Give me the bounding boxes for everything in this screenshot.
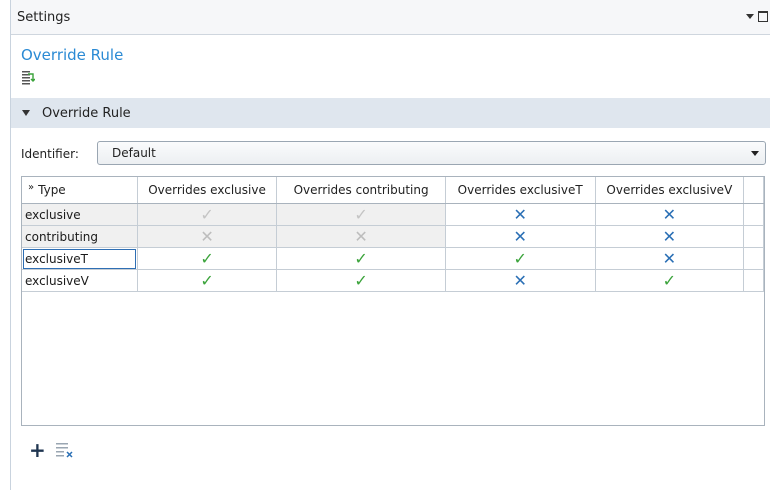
check-icon: ✓ [662, 271, 677, 290]
check-icon: ✓ [354, 249, 368, 268]
clear-list-icon[interactable] [55, 442, 74, 458]
column-header-type[interactable]: » Type [22, 177, 138, 204]
column-header-overrides-exclusivev[interactable]: Overrides exclusiveV [595, 177, 745, 204]
collapse-triangle-icon[interactable] [22, 110, 30, 116]
column-header-overrides-exclusive[interactable]: Overrides exclusive [137, 177, 278, 204]
window-title: Settings [17, 9, 71, 25]
table-row[interactable]: exclusive ✓ ✓ ✕ ✕ [22, 203, 764, 226]
cross-icon: ✕ [662, 249, 677, 268]
chevron-down-icon [751, 151, 759, 156]
section-header-override-rule[interactable]: Override Rule [11, 98, 770, 128]
identifier-label: Identifier: [21, 147, 79, 161]
check-icon: ✓ [200, 249, 214, 268]
check-icon: ✓ [513, 249, 527, 268]
section-label: Override Rule [42, 105, 131, 121]
filler-cell [743, 269, 764, 292]
table-row[interactable]: exclusiveT ✓ ✓ ✓ ✕ [22, 247, 764, 270]
check-icon: ✓ [354, 271, 368, 290]
plus-icon[interactable]: + [29, 440, 46, 460]
override-cell[interactable]: ✕ [445, 203, 596, 226]
check-icon: ✓ [200, 271, 214, 290]
table-row[interactable]: exclusiveV ✓ ✓ ✕ ✓ [22, 269, 764, 292]
cross-icon: ✕ [513, 227, 527, 246]
override-cell[interactable]: ✓ [445, 247, 596, 270]
filler-cell [743, 203, 764, 226]
override-cell[interactable]: ✓ [595, 269, 745, 292]
build-selected-icon[interactable] [21, 70, 35, 86]
override-cell[interactable]: ✕ [137, 225, 278, 248]
filler-cell [743, 247, 764, 270]
table-row[interactable]: contributing ✕ ✕ ✕ ✕ [22, 225, 764, 248]
override-grid: » Type Overrides exclusive Overrides cont… [22, 177, 764, 292]
override-cell[interactable]: ✕ [595, 247, 745, 270]
expand-columns-icon[interactable]: » [28, 182, 34, 193]
identifier-select[interactable]: Default [97, 141, 766, 165]
cross-icon: ✕ [200, 227, 214, 246]
override-cell[interactable]: ✕ [595, 203, 745, 226]
type-cell[interactable]: exclusive [22, 203, 138, 226]
column-header-label: Type [38, 183, 66, 197]
identifier-value: Default [112, 146, 156, 160]
cross-icon: ✕ [662, 205, 677, 224]
window-menu-dropdown-icon[interactable] [746, 14, 754, 19]
cross-icon: ✕ [662, 227, 677, 246]
cross-icon: ✕ [354, 227, 368, 246]
window-controls [746, 11, 768, 22]
cross-icon: ✕ [513, 205, 527, 224]
type-cell[interactable]: exclusiveV [22, 269, 138, 292]
cross-icon: ✕ [513, 271, 527, 290]
override-table: » Type Overrides exclusive Overrides cont… [21, 176, 765, 426]
column-header-overrides-contributing[interactable]: Overrides contributing [276, 177, 446, 204]
override-cell[interactable]: ✓ [137, 247, 278, 270]
override-cell[interactable]: ✓ [276, 269, 446, 292]
settings-panel: Settings Override Rule Override Rule Ide… [10, 0, 770, 490]
override-cell[interactable]: ✕ [445, 269, 596, 292]
check-icon: ✓ [200, 205, 214, 224]
override-cell[interactable]: ✓ [276, 247, 446, 270]
table-toolbar: + [29, 440, 74, 460]
override-cell[interactable]: ✕ [276, 225, 446, 248]
type-cell[interactable]: contributing [22, 225, 138, 248]
check-icon: ✓ [354, 205, 368, 224]
override-cell[interactable]: ✕ [595, 225, 745, 248]
filler-cell [743, 225, 764, 248]
override-cell[interactable]: ✓ [276, 203, 446, 226]
table-header-row: » Type Overrides exclusive Overrides cont… [22, 177, 764, 204]
column-header-overrides-exclusivet[interactable]: Overrides exclusiveT [445, 177, 596, 204]
column-header-filler [743, 177, 764, 204]
type-cell[interactable]: exclusiveT [22, 247, 138, 270]
override-cell[interactable]: ✕ [445, 225, 596, 248]
override-cell[interactable]: ✓ [137, 203, 278, 226]
node-title: Override Rule [21, 46, 124, 64]
maximize-icon[interactable] [758, 11, 768, 22]
override-cell[interactable]: ✓ [137, 269, 278, 292]
settings-titlebar: Settings [11, 0, 770, 35]
